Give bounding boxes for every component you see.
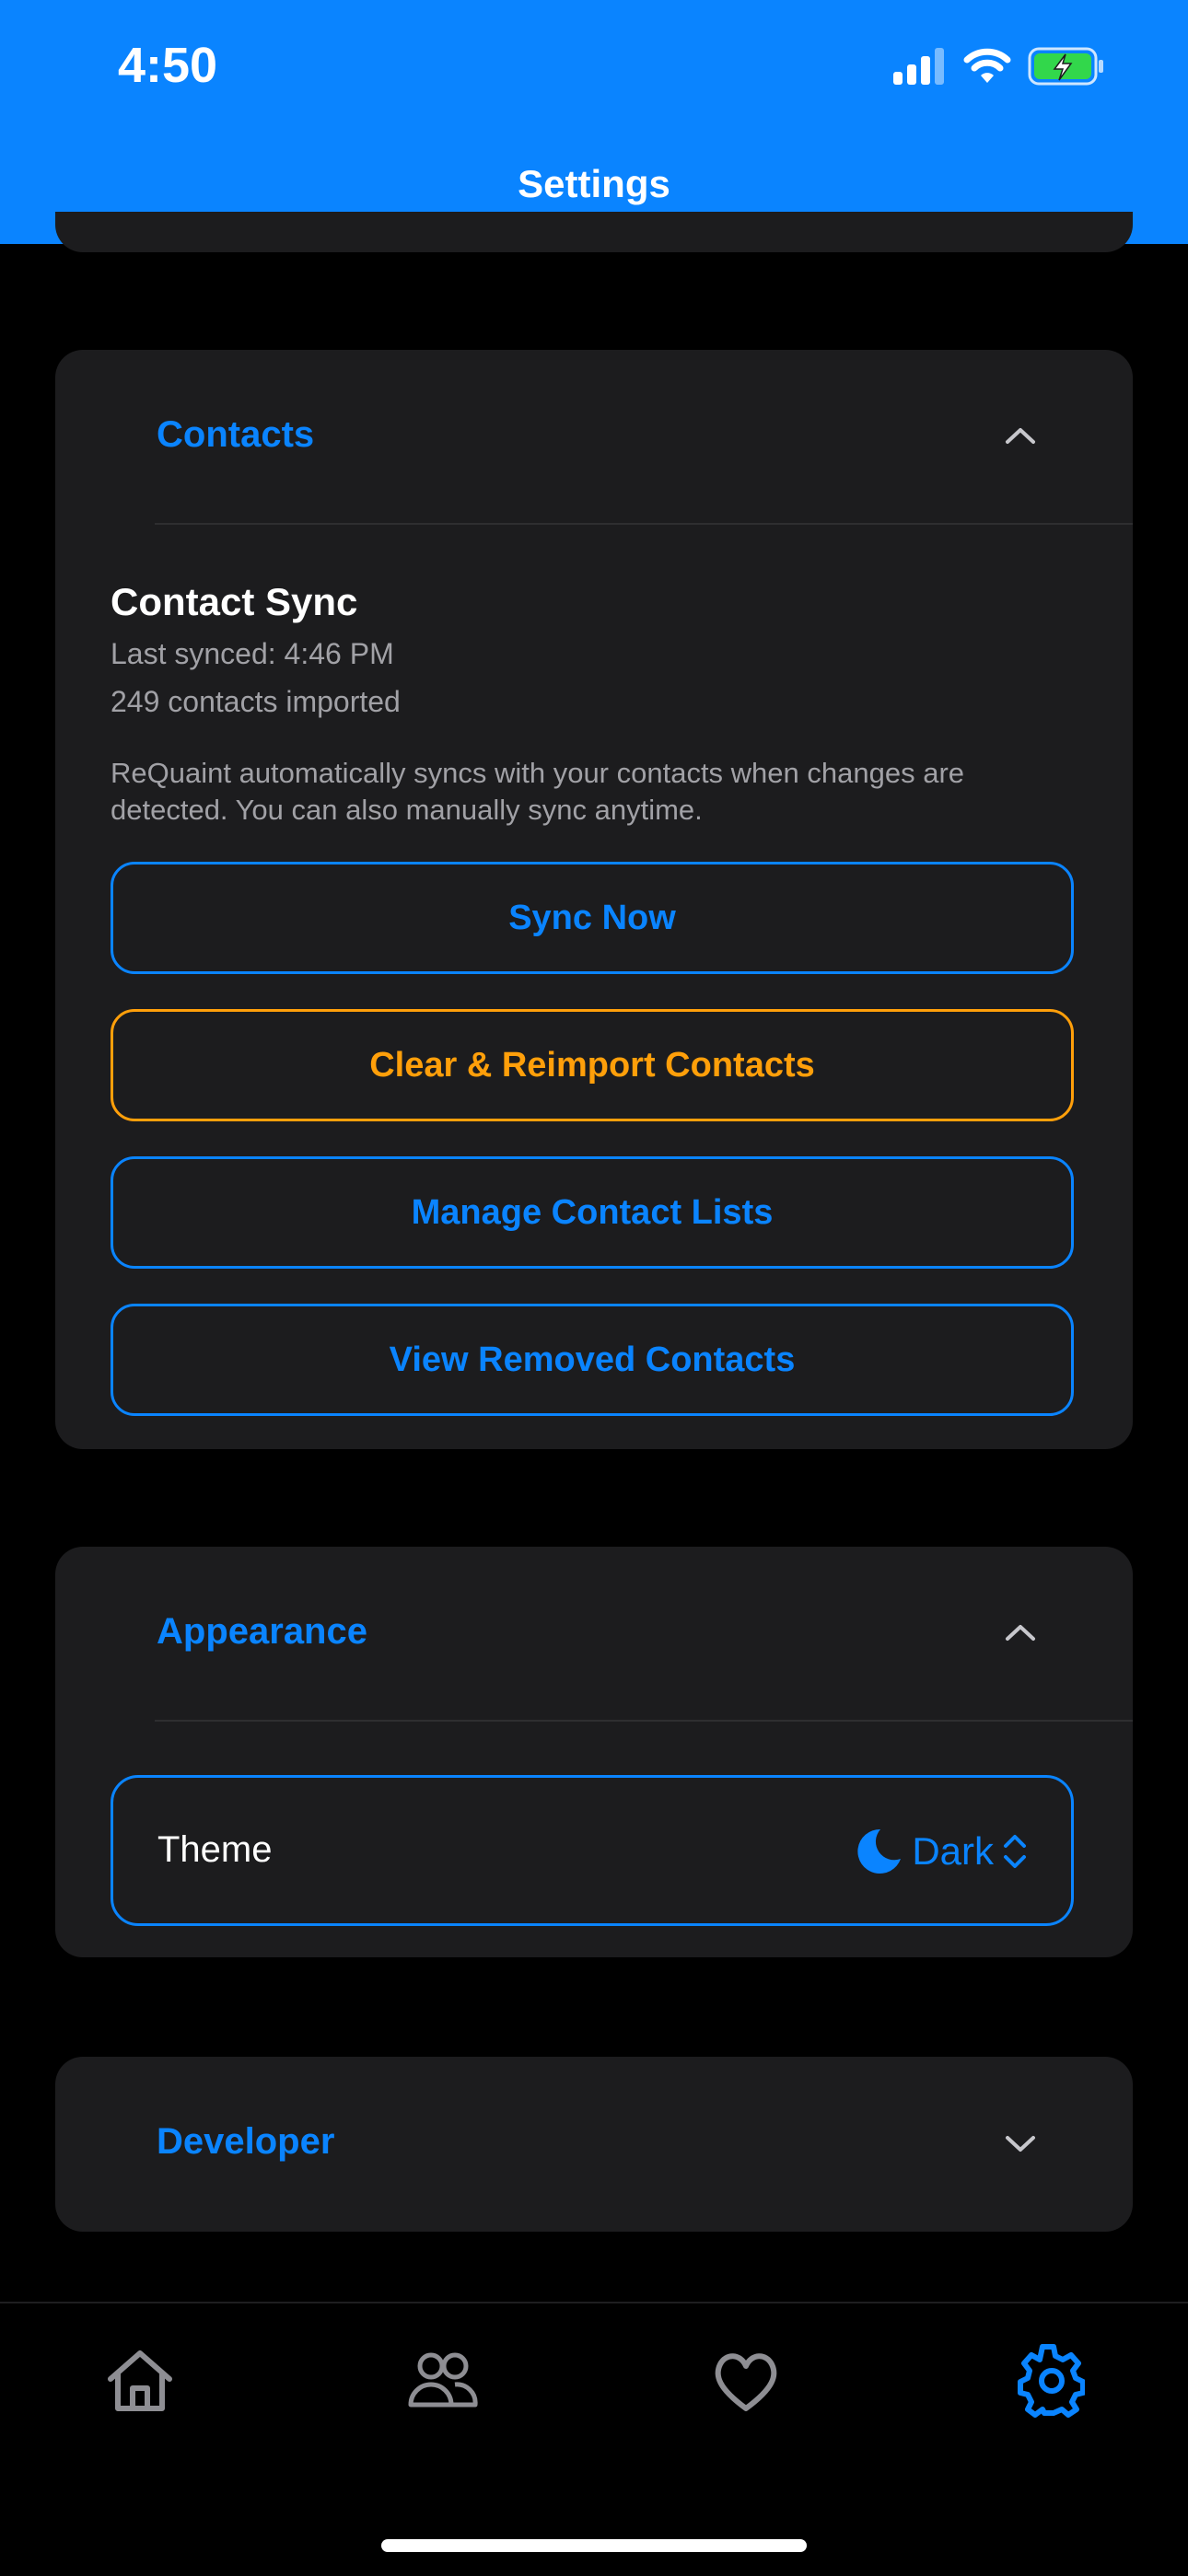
page-title: Settings xyxy=(518,162,670,205)
status-time: 4:50 xyxy=(118,38,218,93)
appearance-card-header[interactable]: Appearance xyxy=(55,1547,1133,1722)
divider xyxy=(155,1720,1133,1722)
sync-now-button[interactable]: Sync Now xyxy=(111,862,1074,974)
chevron-down-icon xyxy=(1006,2136,1035,2152)
previous-card-bottom xyxy=(55,212,1133,252)
imported-count-text: 249 contacts imported xyxy=(111,685,401,718)
wifi-icon xyxy=(963,48,1011,83)
contacts-card: Contacts Contact Sync Last synced: 4:46 … xyxy=(55,350,1133,1449)
theme-value[interactable]: Dark xyxy=(853,1826,1029,1877)
theme-picker[interactable]: Theme Dark xyxy=(111,1775,1074,1926)
chevron-up-down-icon xyxy=(1004,1835,1026,1868)
nav-header: 4:50 Settings xyxy=(0,0,1188,244)
chevron-up-icon xyxy=(1006,1625,1035,1641)
signal-icon xyxy=(893,48,944,85)
chevron-up-icon xyxy=(1006,428,1035,444)
home-icon[interactable] xyxy=(103,2344,177,2418)
people-icon[interactable] xyxy=(405,2344,479,2418)
heart-icon[interactable] xyxy=(709,2344,783,2418)
status-icons xyxy=(893,46,1105,87)
developer-card-title: Developer xyxy=(157,2121,335,2162)
view-removed-contacts-button[interactable]: View Removed Contacts xyxy=(111,1304,1074,1416)
developer-card[interactable]: Developer xyxy=(55,2057,1133,2232)
contacts-card-header[interactable]: Contacts xyxy=(55,350,1133,525)
tab-bar xyxy=(0,2302,1188,2576)
appearance-card-title: Appearance xyxy=(157,1611,367,1652)
battery-charging-icon xyxy=(1028,47,1103,86)
manage-contact-lists-button[interactable]: Manage Contact Lists xyxy=(111,1156,1074,1269)
contact-sync-title: Contact Sync xyxy=(111,580,358,623)
moon-icon xyxy=(857,1828,902,1874)
theme-label: Theme xyxy=(157,1829,273,1870)
home-indicator xyxy=(381,2539,807,2552)
appearance-card: Appearance Theme Dark xyxy=(55,1547,1133,1957)
clear-reimport-button[interactable]: Clear & Reimport Contacts xyxy=(111,1009,1074,1121)
contacts-card-title: Contacts xyxy=(157,414,315,455)
last-synced-text: Last synced: 4:46 PM xyxy=(111,637,394,670)
sync-description: ReQuaint automatically syncs with your c… xyxy=(111,757,965,826)
gear-icon[interactable] xyxy=(1011,2344,1085,2418)
theme-value-text: Dark xyxy=(912,1829,994,1873)
divider xyxy=(155,523,1133,525)
